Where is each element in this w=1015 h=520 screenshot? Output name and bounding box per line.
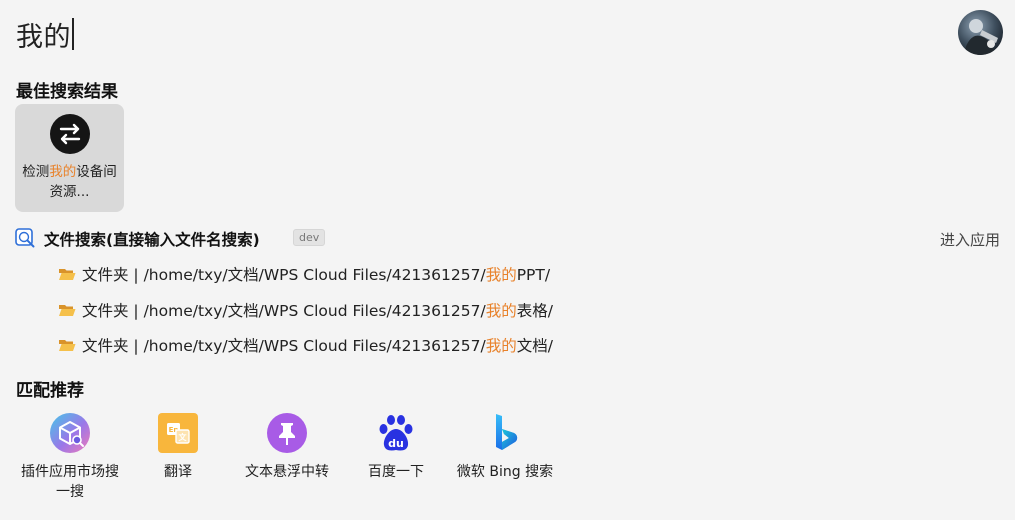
recommend-label: 插件应用市场搜一搜 xyxy=(21,464,119,500)
recommend-label: 文本悬浮中转 xyxy=(245,464,329,480)
file-search-icon xyxy=(15,228,36,249)
recommend-item-plugin-market[interactable]: 插件应用市场搜一搜 xyxy=(15,412,125,502)
search-query[interactable]: 我的 xyxy=(16,15,71,54)
recommend-item-baidu[interactable]: du 百度一下 xyxy=(341,412,451,482)
avatar-image xyxy=(958,10,1003,55)
text-caret xyxy=(72,18,74,50)
avatar[interactable] xyxy=(958,10,1003,55)
recommend-label: 微软 Bing 搜索 xyxy=(456,464,554,480)
recommend-title: 匹配推荐 xyxy=(16,381,84,401)
recommend-item-translate[interactable]: En 文 翻译 xyxy=(123,412,233,482)
recommend-item-bing[interactable]: 微软 Bing 搜索 xyxy=(450,412,560,482)
file-search-header: 文件搜索(直接输入文件名搜索) dev 进入应用 xyxy=(15,227,1000,251)
plugin-market-icon xyxy=(50,413,90,453)
open-folder-icon xyxy=(59,269,76,280)
baidu-icon: du xyxy=(379,415,413,451)
file-path: 文件夹 | /home/txy/文档/WPS Cloud Files/42136… xyxy=(82,337,553,355)
file-path: 文件夹 | /home/txy/文档/WPS Cloud Files/42136… xyxy=(82,266,551,284)
bing-icon xyxy=(496,414,518,450)
recommend-label: 百度一下 xyxy=(368,464,424,480)
best-result-card[interactable]: 检测我的设备间资源... xyxy=(15,104,124,212)
best-results-title: 最佳搜索结果 xyxy=(16,82,118,102)
recommend-label: 翻译 xyxy=(164,464,192,480)
best-result-label: 检测我的设备间资源... xyxy=(22,164,117,200)
file-result-row[interactable]: 文件夹 | /home/txy/文档/WPS Cloud Files/42136… xyxy=(58,333,553,357)
file-search-title: 文件搜索(直接输入文件名搜索) xyxy=(44,231,260,249)
file-result-row[interactable]: 文件夹 | /home/txy/文档/WPS Cloud Files/42136… xyxy=(58,262,550,286)
search-input[interactable]: 我的 xyxy=(16,14,74,54)
translate-icon: En 文 xyxy=(158,413,198,453)
open-folder-icon xyxy=(59,340,76,351)
dev-badge: dev xyxy=(293,229,326,246)
svg-text:文: 文 xyxy=(179,432,188,442)
pin-icon xyxy=(267,413,307,453)
enter-app-link[interactable]: 进入应用 xyxy=(940,229,1000,250)
file-result-row[interactable]: 文件夹 | /home/txy/文档/WPS Cloud Files/42136… xyxy=(58,298,553,322)
open-folder-icon xyxy=(59,305,76,316)
recommend-item-text-float[interactable]: 文本悬浮中转 xyxy=(232,412,342,482)
file-path: 文件夹 | /home/txy/文档/WPS Cloud Files/42136… xyxy=(82,302,553,320)
swap-arrows-icon xyxy=(50,114,90,154)
svg-text:du: du xyxy=(388,437,404,450)
